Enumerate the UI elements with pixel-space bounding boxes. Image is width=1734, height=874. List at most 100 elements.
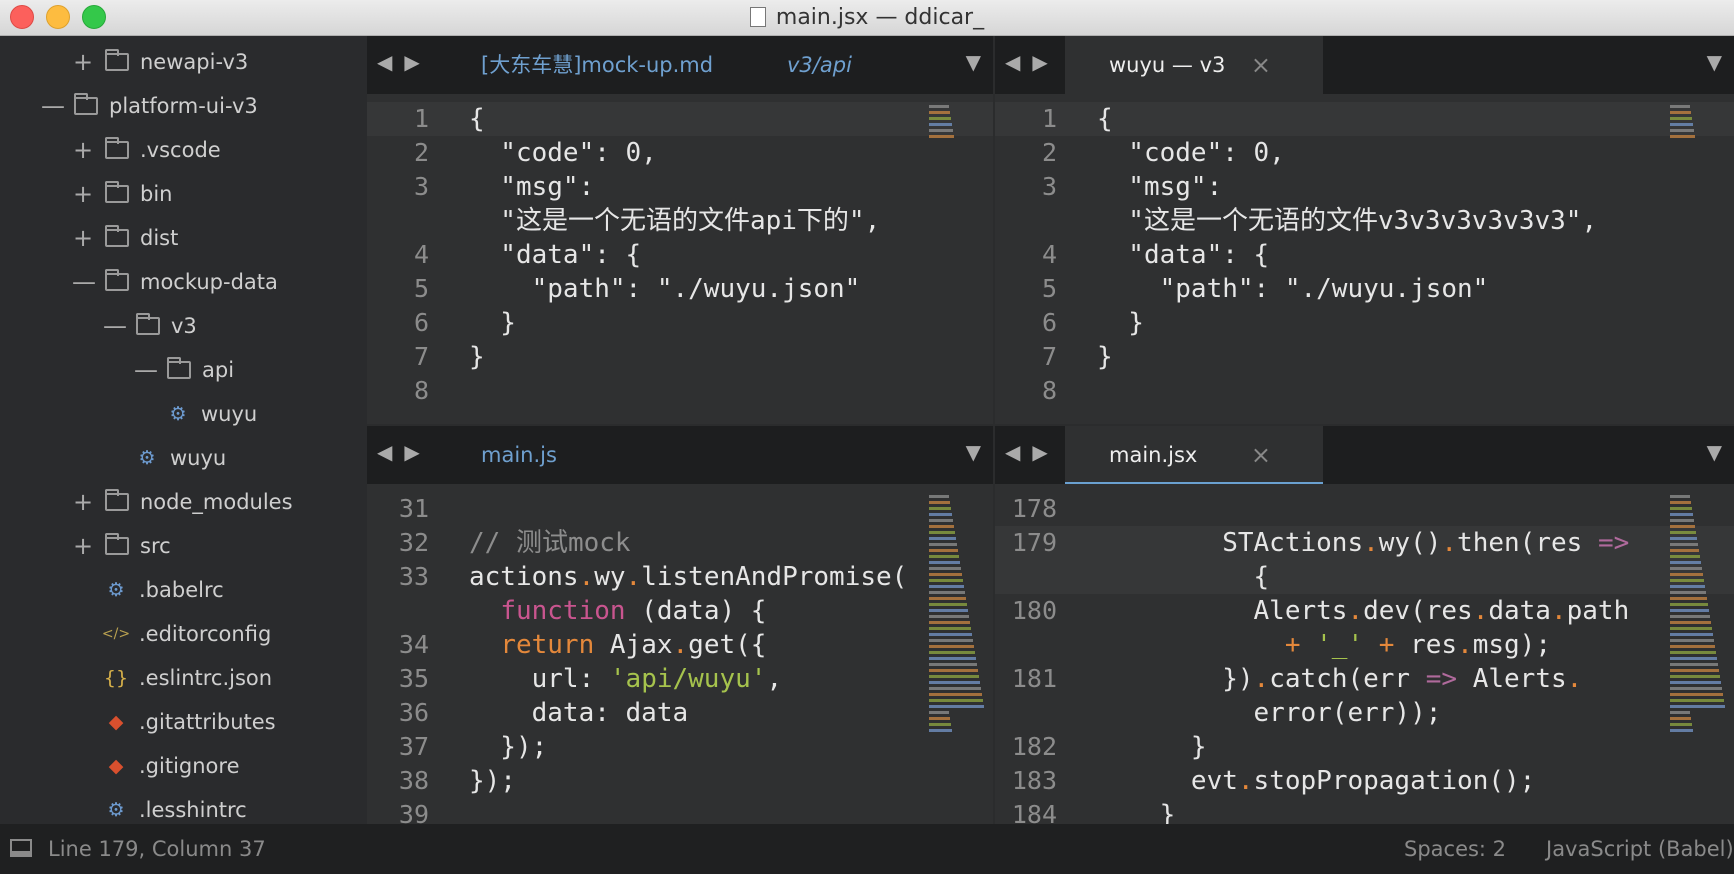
- collapse-icon[interactable]: —: [72, 268, 96, 296]
- minimap-line: [1670, 519, 1694, 522]
- tree-item-label: wuyu: [170, 446, 227, 470]
- status-bar: Line 179, Column 37 Spaces: 2 JavaScript…: [0, 824, 1734, 874]
- expand-icon[interactable]: +: [72, 180, 94, 208]
- tab-v3-api[interactable]: v3/api: [787, 36, 887, 94]
- minimap-line: [1670, 501, 1691, 504]
- tree-item[interactable]: + .vscode: [72, 128, 221, 172]
- line-text: }: [1097, 340, 1113, 374]
- tab-dropdown-icon[interactable]: ▼: [1707, 50, 1722, 74]
- tree-item[interactable]: ⚙ wuyu: [165, 392, 257, 436]
- tab-main-js[interactable]: main.js: [437, 426, 757, 484]
- tree-item[interactable]: ⚙ .babelrc: [103, 568, 223, 612]
- tree-item[interactable]: ◆ .gitattributes: [103, 700, 276, 744]
- tab--mock-up-md[interactable]: [大东车慧]mock-up.md: [437, 36, 757, 94]
- tree-item[interactable]: — api: [134, 348, 234, 392]
- tab-nav-arrows[interactable]: ◀▶: [1005, 440, 1060, 464]
- close-window-button[interactable]: [10, 5, 34, 29]
- tree-item[interactable]: + dist: [72, 216, 178, 260]
- tree-item[interactable]: — platform-ui-v3: [41, 84, 258, 128]
- line-text: function (data) {: [469, 594, 766, 628]
- tree-item[interactable]: ⚙ .lesshintrc: [103, 788, 246, 824]
- line-number: 31: [398, 494, 429, 523]
- tree-item[interactable]: </> .editorconfig: [102, 612, 271, 656]
- tab-wuyu-v3[interactable]: wuyu — v3 ×: [1065, 36, 1323, 94]
- minimap-line: [929, 513, 952, 516]
- code-line: 3 "msg":: [995, 170, 1734, 204]
- tab-nav-arrows[interactable]: ◀▶: [1005, 50, 1060, 74]
- tab-nav-arrows[interactable]: ◀▶: [377, 440, 432, 464]
- line-number: 5: [1041, 274, 1057, 303]
- minimap-line: [1670, 507, 1692, 510]
- tab-dropdown-icon[interactable]: ▼: [966, 50, 981, 74]
- tree-item[interactable]: + newapi-v3: [72, 40, 248, 84]
- syntax-selector[interactable]: JavaScript (Babel): [1546, 824, 1734, 874]
- minimap[interactable]: [929, 102, 985, 138]
- code-area[interactable]: 1{2 "code": 0, 3 "msg": "这是一个无语的文件v3v3v3v…: [995, 94, 1734, 424]
- tree-item[interactable]: ⚙ wuyu: [134, 436, 226, 480]
- code-area[interactable]: 31 32// 测试mock 33 actions.wy.listenAndPromi…: [367, 484, 993, 824]
- minimap-line: [1670, 729, 1693, 732]
- minimap[interactable]: [1670, 102, 1726, 138]
- close-tab-icon[interactable]: ×: [1251, 36, 1271, 94]
- minimap-line: [929, 585, 964, 588]
- tree-item-label: bin: [140, 182, 173, 206]
- expand-icon[interactable]: +: [72, 532, 94, 560]
- code-line: 31: [367, 492, 993, 526]
- tab-main-jsx[interactable]: main.jsx ×: [1065, 426, 1323, 484]
- tree-item[interactable]: ◆ .gitignore: [103, 744, 240, 788]
- collapse-icon[interactable]: —: [41, 92, 65, 120]
- expand-icon[interactable]: +: [72, 488, 94, 516]
- tree-item[interactable]: + src: [72, 524, 171, 568]
- minimap-line: [1670, 597, 1707, 600]
- code-token: get({: [688, 630, 767, 660]
- minimap-line: [1670, 111, 1691, 114]
- folder-icon: [104, 137, 130, 161]
- minimap[interactable]: [929, 492, 985, 792]
- close-tab-icon[interactable]: ×: [1251, 426, 1271, 484]
- minimize-window-button[interactable]: [46, 5, 70, 29]
- tab-dropdown-icon[interactable]: ▼: [1707, 440, 1722, 464]
- tab-dropdown-icon[interactable]: ▼: [966, 440, 981, 464]
- tree-item[interactable]: {} .eslintrc.json: [103, 656, 272, 700]
- line-text: }).catch(err => Alerts.: [1097, 662, 1582, 696]
- tree-item[interactable]: — v3: [103, 304, 197, 348]
- collapse-icon[interactable]: —: [134, 356, 158, 384]
- zoom-window-button[interactable]: [82, 5, 106, 29]
- code-area[interactable]: 1{2 "code": 0, 3 "msg": "这是一个无语的文件api下的",…: [367, 94, 993, 424]
- panel-toggle-icon[interactable]: [10, 839, 32, 857]
- folder-icon: [104, 49, 130, 73]
- tab-label: wuyu — v3: [1109, 53, 1226, 77]
- line-text: "data": {: [469, 238, 641, 272]
- code-token: msg);: [1472, 630, 1551, 660]
- folder-open-icon: [135, 313, 161, 337]
- tree-item[interactable]: + bin: [72, 172, 173, 216]
- tree-item[interactable]: — mockup-data: [72, 260, 278, 304]
- line-number: 179: [1011, 528, 1057, 557]
- collapse-icon[interactable]: —: [103, 312, 127, 340]
- minimap-line: [929, 615, 969, 618]
- indentation-setting[interactable]: Spaces: 2: [1404, 824, 1506, 874]
- line-number: 180: [1011, 596, 1057, 625]
- tree-item[interactable]: + node_modules: [72, 480, 293, 524]
- expand-icon[interactable]: +: [72, 48, 94, 76]
- code-area[interactable]: 178 179 STActions.wy().then(res => {180 A…: [995, 484, 1734, 824]
- line-number: 7: [413, 342, 429, 371]
- expand-icon[interactable]: +: [72, 136, 94, 164]
- line-text: });: [469, 730, 547, 764]
- tree-item-label: .gitattributes: [139, 710, 276, 734]
- minimap-line: [929, 699, 983, 702]
- line-number: 3: [413, 172, 429, 201]
- tab-label: [大东车慧]mock-up.md: [481, 53, 714, 77]
- document-icon: [749, 7, 766, 27]
- expand-icon[interactable]: +: [72, 224, 94, 252]
- line-text: }: [469, 306, 516, 340]
- minimap-line: [929, 111, 950, 114]
- line-text: // 测试mock: [469, 526, 631, 560]
- minimap[interactable]: [1670, 492, 1726, 792]
- minimap-line: [1670, 681, 1721, 684]
- tab-nav-arrows[interactable]: ◀▶: [377, 50, 432, 74]
